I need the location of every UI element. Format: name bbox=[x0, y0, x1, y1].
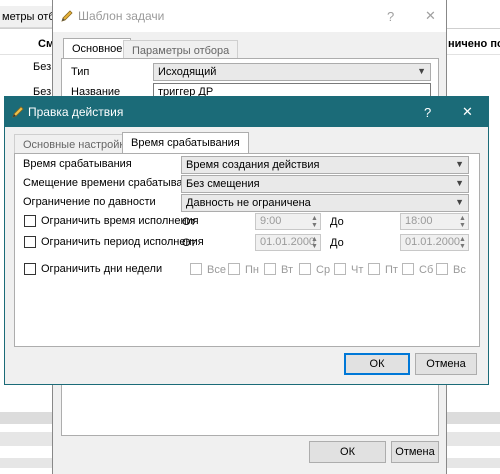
limit-days-checkbox[interactable] bbox=[24, 263, 36, 275]
template-title: Шаблон задачи bbox=[78, 9, 165, 23]
trigger-time-panel: Время срабатывания Время создания действ… bbox=[14, 153, 480, 347]
period-to-value: 01.01.2000 bbox=[405, 236, 461, 248]
offset-value: Без смещения bbox=[186, 178, 260, 190]
day-label: Вс bbox=[453, 264, 466, 276]
tab-label: Параметры отбора bbox=[132, 45, 230, 57]
tab-basic-settings[interactable]: Основные настройки bbox=[14, 134, 140, 154]
tab-label: Время срабатывания bbox=[131, 137, 240, 149]
day-label: Пн bbox=[245, 264, 259, 276]
action-body: Основные настройки Время срабатывания Вр… bbox=[5, 127, 488, 384]
close-icon[interactable]: ✕ bbox=[462, 104, 473, 120]
day-label: Пт bbox=[385, 264, 398, 276]
tab-trigger-time[interactable]: Время срабатывания bbox=[122, 132, 249, 154]
action-cancel-button[interactable]: Отмена bbox=[415, 353, 477, 375]
day-checkbox-wed[interactable] bbox=[299, 263, 311, 275]
age-limit-select[interactable]: Давность не ограничена ▼ bbox=[181, 194, 469, 212]
day-checkbox-mon[interactable] bbox=[228, 263, 240, 275]
limit-period-label: Ограничить период исполнения bbox=[41, 236, 204, 248]
day-label: Сб bbox=[419, 264, 434, 276]
period-from-input[interactable]: 01.01.2000 ▲ ▼ bbox=[255, 234, 321, 251]
day-checkbox-tue[interactable] bbox=[264, 263, 276, 275]
trigger-time-select[interactable]: Время создания действия ▼ bbox=[181, 156, 469, 174]
close-icon[interactable]: ✕ bbox=[425, 8, 436, 24]
offset-label: Смещение времени срабатывания bbox=[23, 177, 201, 189]
type-select[interactable]: Исходящий ▼ bbox=[153, 63, 431, 81]
age-limit-value: Давность не ограничена bbox=[186, 197, 311, 209]
limit-time-label: Ограничить время исполнения bbox=[41, 215, 199, 227]
chevron-down-icon: ▼ bbox=[455, 178, 464, 188]
tab-label: Основные настройки bbox=[23, 139, 131, 151]
trigger-time-label: Время срабатывания bbox=[23, 158, 132, 170]
spin-down-icon[interactable]: ▼ bbox=[458, 243, 467, 250]
pencil-icon bbox=[12, 106, 24, 118]
spin-up-icon[interactable]: ▲ bbox=[458, 215, 467, 222]
action-title: Правка действия bbox=[28, 105, 124, 119]
trigger-time-value: Время создания действия bbox=[186, 159, 320, 171]
time-to-input[interactable]: 18:00 ▲ ▼ bbox=[400, 213, 469, 230]
limit-days-label: Ограничить дни недели bbox=[41, 263, 163, 275]
day-label: Вт bbox=[281, 264, 294, 276]
limit-time-checkbox[interactable] bbox=[24, 215, 36, 227]
type-value: Исходящий bbox=[158, 66, 217, 78]
offset-select[interactable]: Без смещения ▼ bbox=[181, 175, 469, 193]
time-from-value: 9:00 bbox=[260, 215, 282, 227]
period-from-value: 01.01.2000 bbox=[260, 236, 316, 248]
button-label: Отмена bbox=[395, 446, 435, 458]
chevron-down-icon: ▼ bbox=[455, 197, 464, 207]
day-checkbox-thu[interactable] bbox=[334, 263, 346, 275]
day-checkbox-all[interactable] bbox=[190, 263, 202, 275]
spin-up-icon[interactable]: ▲ bbox=[458, 236, 467, 243]
time-to-label: До bbox=[330, 216, 344, 228]
pencil-icon bbox=[61, 10, 73, 22]
limit-period-checkbox[interactable] bbox=[24, 236, 36, 248]
time-from-input[interactable]: 9:00 ▲ ▼ bbox=[255, 213, 321, 230]
action-dialog: Правка действия ? ✕ Основные настройки В… bbox=[4, 96, 489, 385]
spin-down-icon[interactable]: ▼ bbox=[310, 243, 319, 250]
background-tab[interactable]: метры отбора bbox=[0, 6, 73, 28]
time-from-label: От bbox=[182, 216, 196, 228]
day-checkbox-fri[interactable] bbox=[368, 263, 380, 275]
spin-down-icon[interactable]: ▼ bbox=[310, 222, 319, 229]
action-titlebar[interactable]: Правка действия ? ✕ bbox=[4, 96, 489, 127]
day-checkbox-sun[interactable] bbox=[436, 263, 448, 275]
help-button[interactable]: ? bbox=[424, 105, 431, 120]
tab-label: Основное bbox=[72, 43, 123, 55]
template-cancel-button[interactable]: Отмена bbox=[391, 441, 439, 463]
period-from-label: От bbox=[182, 237, 196, 249]
chevron-down-icon: ▼ bbox=[417, 66, 426, 76]
template-ok-button[interactable]: ОК bbox=[309, 441, 386, 463]
period-to-input[interactable]: 01.01.2000 ▲ ▼ bbox=[400, 234, 469, 251]
age-limit-label: Ограничение по давности bbox=[23, 196, 156, 208]
spin-down-icon[interactable]: ▼ bbox=[458, 222, 467, 229]
tab-filter-params[interactable]: Параметры отбора bbox=[123, 40, 239, 58]
button-label: ОК bbox=[340, 446, 355, 458]
chevron-down-icon: ▼ bbox=[455, 159, 464, 169]
time-to-value: 18:00 bbox=[405, 215, 433, 227]
action-ok-button[interactable]: ОК bbox=[344, 353, 410, 375]
button-label: Отмена bbox=[426, 358, 466, 370]
help-button[interactable]: ? bbox=[387, 9, 394, 24]
tab-main[interactable]: Основное bbox=[63, 38, 132, 60]
day-checkbox-sat[interactable] bbox=[402, 263, 414, 275]
spin-up-icon[interactable]: ▲ bbox=[310, 215, 319, 222]
type-label: Тип bbox=[71, 66, 90, 78]
period-to-label: До bbox=[330, 237, 344, 249]
day-label: Ср bbox=[316, 264, 331, 276]
day-label: Все bbox=[207, 264, 226, 276]
spin-up-icon[interactable]: ▲ bbox=[310, 236, 319, 243]
template-titlebar[interactable]: Шаблон задачи ? ✕ bbox=[53, 0, 446, 32]
button-label: ОК bbox=[369, 358, 385, 370]
day-label: Чт bbox=[351, 264, 364, 276]
background-column-header-2: ничено по д bbox=[448, 38, 500, 50]
